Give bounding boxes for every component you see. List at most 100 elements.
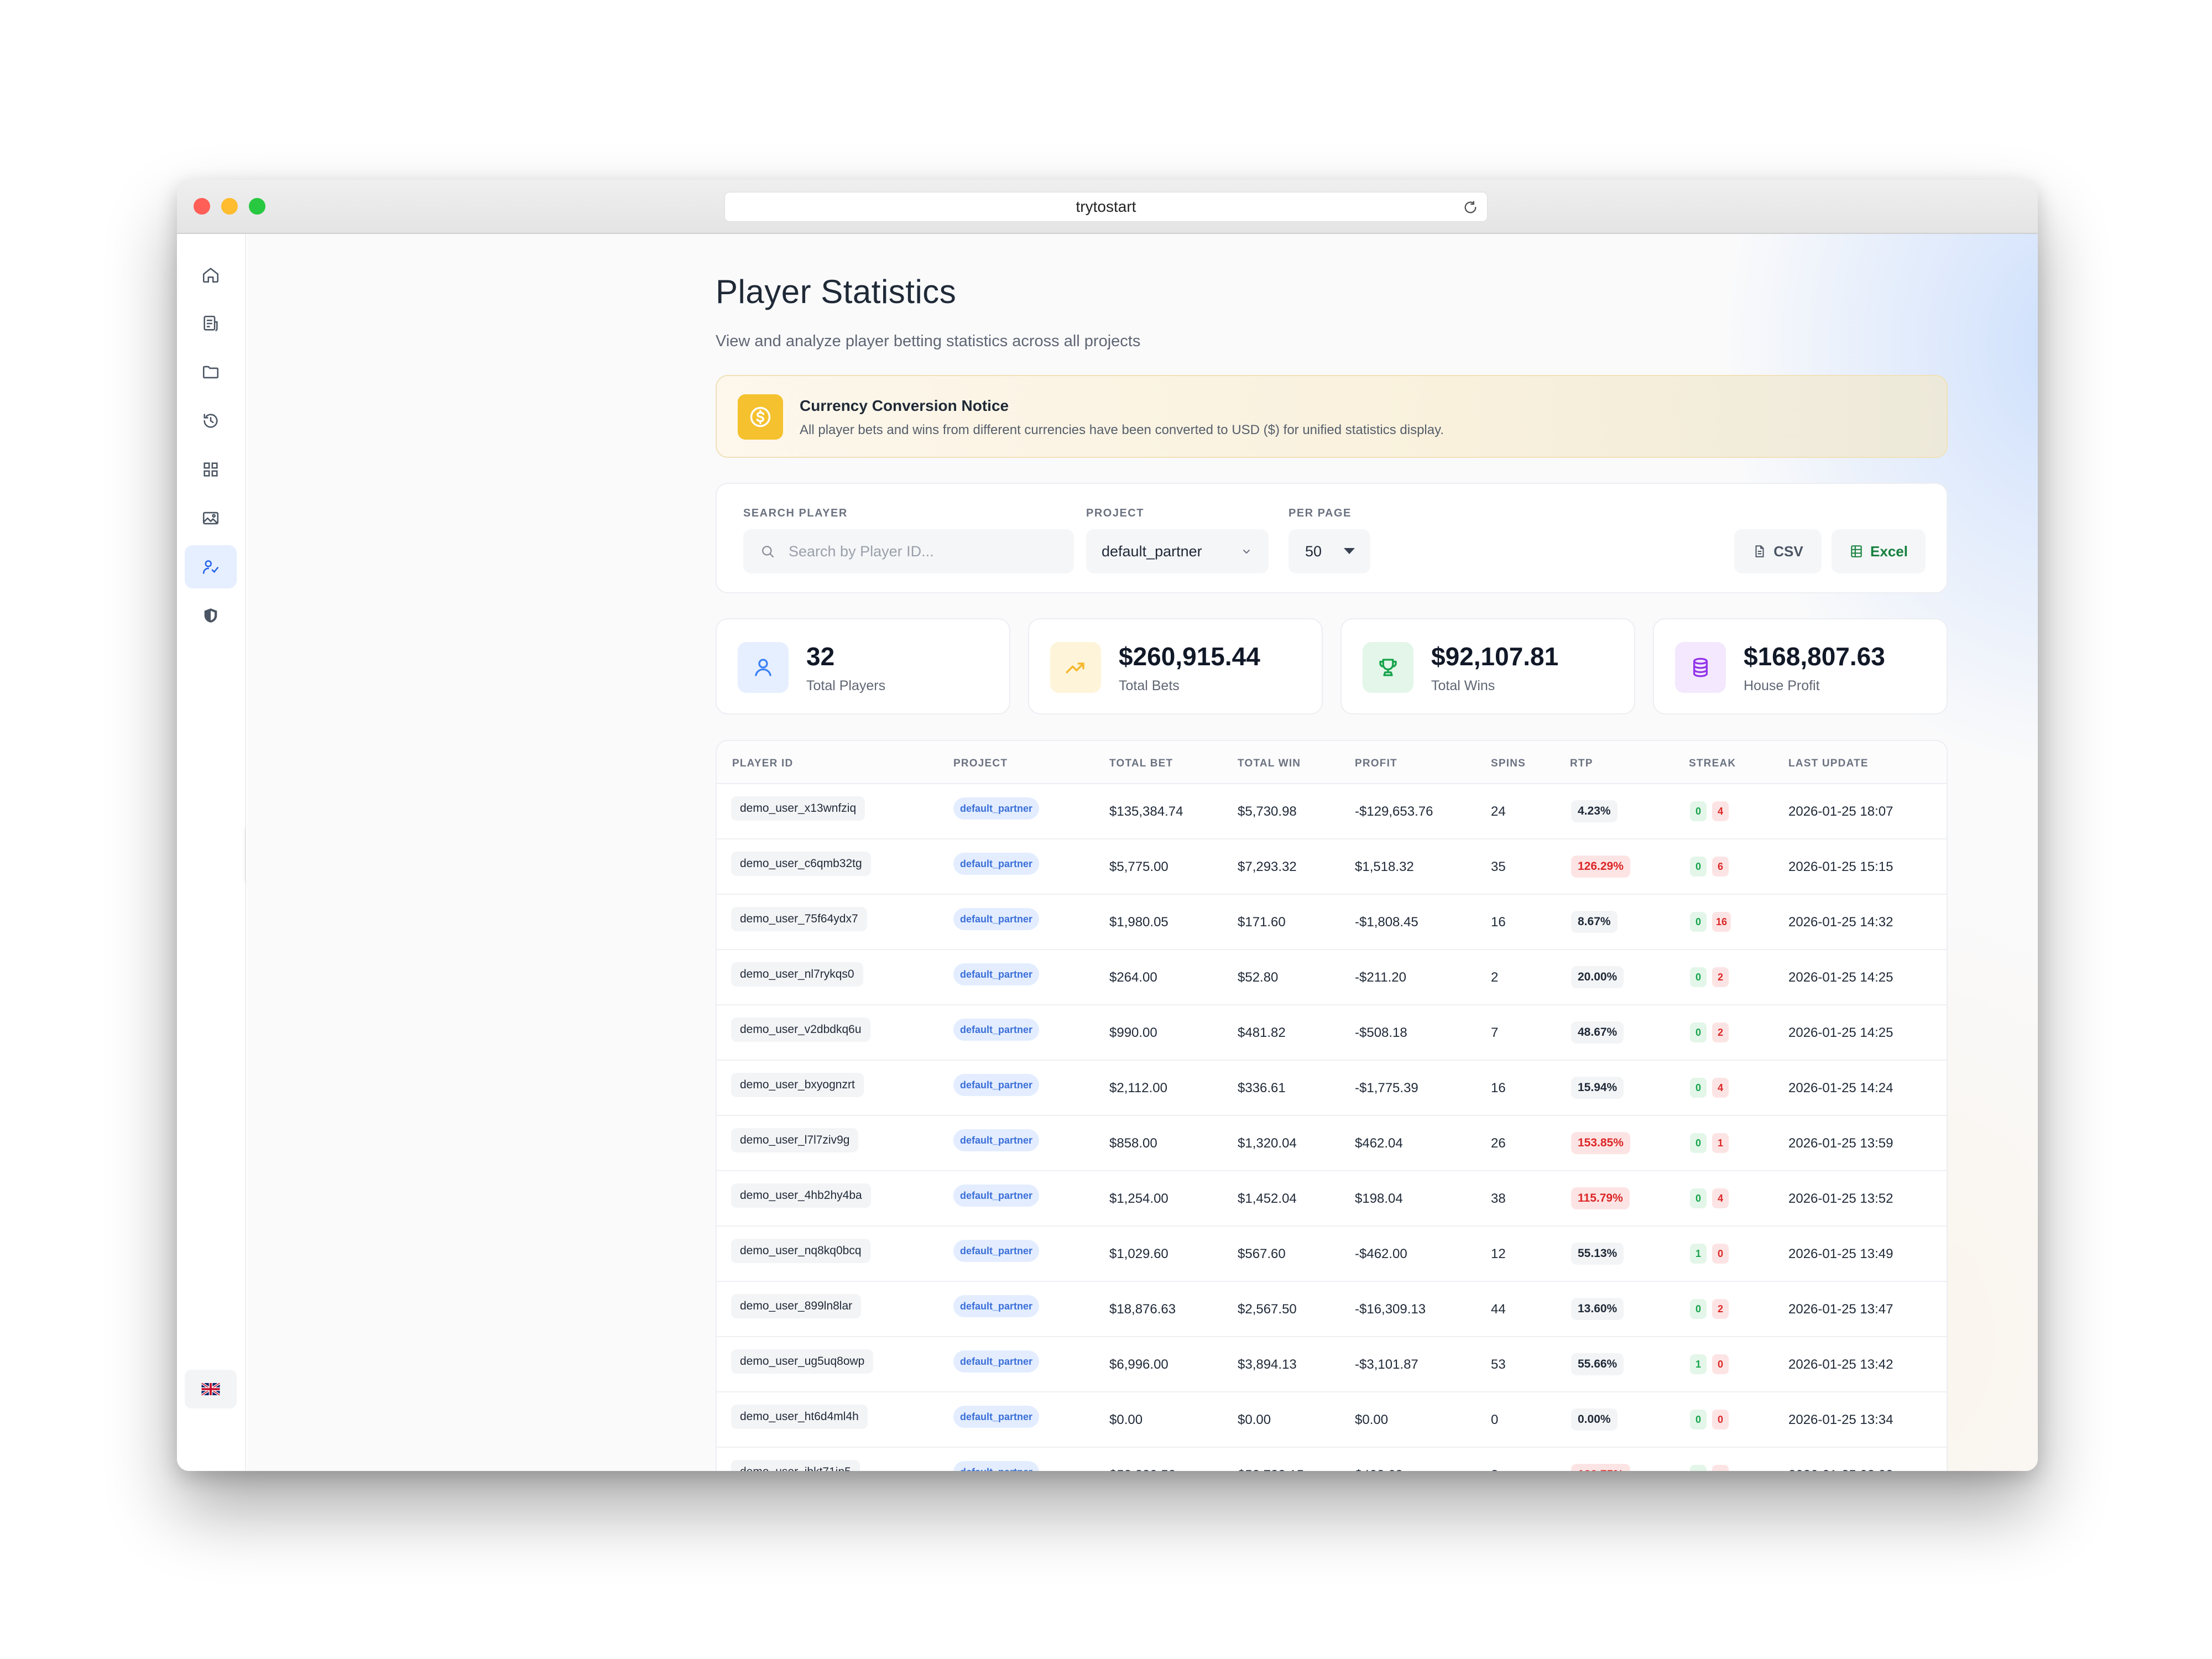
player-id[interactable]: demo_user_899ln8lar	[731, 1294, 862, 1318]
last-update: 2026-01-25 14:32	[1788, 915, 1893, 930]
sidebar-item-history[interactable]	[185, 399, 237, 442]
column-header-streak[interactable]: STREAK	[1689, 758, 1736, 770]
stat-icon-box	[1363, 642, 1413, 693]
sidebar-item-player-statistics[interactable]	[185, 545, 237, 588]
history-icon	[204, 414, 218, 428]
stat-icon-box	[1050, 642, 1101, 693]
player-id[interactable]: demo_user_c6qmb32tg	[731, 852, 871, 876]
grid-icon	[204, 462, 218, 477]
player-id[interactable]: demo_user_bxyognzrt	[731, 1073, 864, 1097]
rtp-badge: 126.29%	[1571, 855, 1630, 878]
table-row[interactable]: demo_user_nq8kq0bcq default_partner $1,029…	[717, 1227, 1947, 1282]
project-badge: default_partner	[953, 1406, 1040, 1428]
file-text-icon	[1755, 545, 1764, 557]
sidebar-item-media[interactable]	[185, 497, 237, 540]
table-row[interactable]: demo_user_l7l7ziv9g default_partner $858.0…	[717, 1116, 1947, 1171]
home-icon	[202, 268, 219, 283]
reload-icon[interactable]	[1463, 200, 1478, 215]
column-header-rtp[interactable]: RTP	[1570, 758, 1593, 770]
column-header-project[interactable]: PROJECT	[953, 758, 1008, 770]
page-title: Player Statistics	[716, 273, 957, 310]
project-badge: default_partner	[953, 1129, 1040, 1151]
table-row[interactable]: demo_user_v2dbdkq6u default_partner $990.0…	[717, 1005, 1947, 1061]
total-bet: $18,876.63	[1109, 1302, 1176, 1317]
rtp-badge: 8.67%	[1571, 911, 1618, 933]
rtp-badge: 55.13%	[1571, 1243, 1624, 1265]
loss-streak-badge: 2	[1712, 1299, 1729, 1319]
spins: 44	[1491, 1302, 1506, 1317]
column-header-total-bet[interactable]: TOTAL BET	[1109, 758, 1173, 770]
total-win: $567.60	[1238, 1246, 1286, 1261]
table-row[interactable]: demo_user_ht6d4ml4h default_partner $0.00 $…	[717, 1392, 1947, 1448]
export-csv-button[interactable]: CSV	[1734, 529, 1822, 573]
table-row[interactable]: demo_user_ug5uq8owp default_partner $6,996…	[717, 1337, 1947, 1392]
search-input[interactable]	[789, 542, 1054, 560]
player-id[interactable]: demo_user_4hb2hy4ba	[731, 1183, 871, 1208]
player-id[interactable]: demo_user_nq8kq0bcq	[731, 1239, 870, 1263]
close-window-button[interactable]	[194, 198, 210, 215]
profit: $198.04	[1355, 1191, 1403, 1206]
table-row[interactable]: demo_user_c6qmb32tg default_partner $5,775…	[717, 839, 1947, 895]
address-bar[interactable]: trytostart	[724, 192, 1488, 222]
spins: 16	[1491, 915, 1506, 930]
column-header-last-update[interactable]: LAST UPDATE	[1788, 758, 1869, 770]
player-id[interactable]: demo_user_x13wnfziq	[731, 796, 865, 821]
spreadsheet-icon	[1851, 545, 1862, 557]
spins: 24	[1491, 804, 1506, 819]
per-page-select[interactable]: 50	[1288, 529, 1370, 573]
player-id[interactable]: demo_user_l7l7ziv9g	[731, 1128, 859, 1152]
last-update: 2026-01-25 15:15	[1788, 859, 1893, 874]
table-row[interactable]: demo_user_nl7rykqs0 default_partner $264.0…	[717, 950, 1947, 1005]
table-row[interactable]: demo_user_jbkt71jn5 default_partner $53,33…	[717, 1448, 1947, 1471]
project-badge: default_partner	[953, 1461, 1040, 1471]
uk-flag-icon	[201, 1383, 220, 1395]
user-check-icon	[202, 560, 219, 574]
export-excel-button[interactable]: Excel	[1832, 529, 1926, 573]
loss-streak-badge: 4	[1712, 1188, 1729, 1208]
player-id[interactable]: demo_user_ug5uq8owp	[731, 1349, 874, 1374]
spins: 16	[1491, 1081, 1506, 1095]
profit: -$16,309.13	[1355, 1302, 1426, 1317]
total-bet: $5,775.00	[1109, 859, 1168, 874]
column-header-total-win[interactable]: TOTAL WIN	[1238, 758, 1301, 770]
spins: 26	[1491, 1136, 1506, 1151]
stat-label: Total Players	[806, 678, 886, 693]
stat-label: House Profit	[1744, 678, 1820, 693]
column-header-profit[interactable]: PROFIT	[1355, 758, 1397, 770]
win-streak-badge: 1	[1690, 1354, 1707, 1374]
table-row[interactable]: demo_user_75f64ydx7 default_partner $1,980…	[717, 895, 1947, 950]
column-header-spins[interactable]: SPINS	[1491, 758, 1526, 770]
caret-down-icon	[1344, 548, 1355, 554]
sidebar-item-home[interactable]	[185, 253, 237, 296]
loss-streak-badge: 2	[1712, 967, 1729, 987]
total-bet: $1,029.60	[1109, 1246, 1168, 1261]
last-update: 2026-01-25 13:59	[1788, 1136, 1893, 1151]
maximize-window-button[interactable]	[249, 198, 265, 215]
notice-text: All player bets and wins from different …	[800, 422, 1444, 437]
trophy-icon	[1379, 659, 1397, 676]
sidebar-item-reports[interactable]	[185, 302, 237, 345]
rtp-badge: 115.79%	[1571, 1187, 1630, 1209]
user-icon	[755, 659, 771, 676]
profit: -$508.18	[1355, 1025, 1407, 1040]
player-id[interactable]: demo_user_nl7rykqs0	[731, 962, 863, 987]
player-id[interactable]: demo_user_v2dbdkq6u	[731, 1018, 870, 1042]
player-id[interactable]: demo_user_jbkt71jn5	[731, 1460, 860, 1471]
sidebar-item-dashboard[interactable]	[185, 448, 237, 491]
last-update: 2026-01-25 13:47	[1788, 1302, 1893, 1317]
table-row[interactable]: demo_user_4hb2hy4ba default_partner $1,254…	[717, 1171, 1947, 1227]
project-select[interactable]: default_partner	[1086, 529, 1269, 573]
table-row[interactable]: demo_user_899ln8lar default_partner $18,87…	[717, 1282, 1947, 1337]
table-row[interactable]: demo_user_x13wnfziq default_partner $135,3…	[717, 784, 1947, 839]
currency-notice: Currency Conversion Notice All player be…	[716, 375, 1948, 458]
sidebar-item-projects[interactable]	[185, 351, 237, 394]
sidebar-item-security[interactable]	[185, 594, 237, 637]
total-win: $3,894.13	[1238, 1357, 1297, 1372]
profit: -$211.20	[1355, 970, 1406, 985]
minimize-window-button[interactable]	[221, 198, 238, 215]
column-header-player-id[interactable]: PLAYER ID	[732, 758, 793, 770]
player-id[interactable]: demo_user_ht6d4ml4h	[731, 1405, 868, 1429]
player-id[interactable]: demo_user_75f64ydx7	[731, 907, 867, 931]
table-row[interactable]: demo_user_bxyognzrt default_partner $2,112…	[717, 1061, 1947, 1116]
language-selector[interactable]	[185, 1370, 237, 1408]
